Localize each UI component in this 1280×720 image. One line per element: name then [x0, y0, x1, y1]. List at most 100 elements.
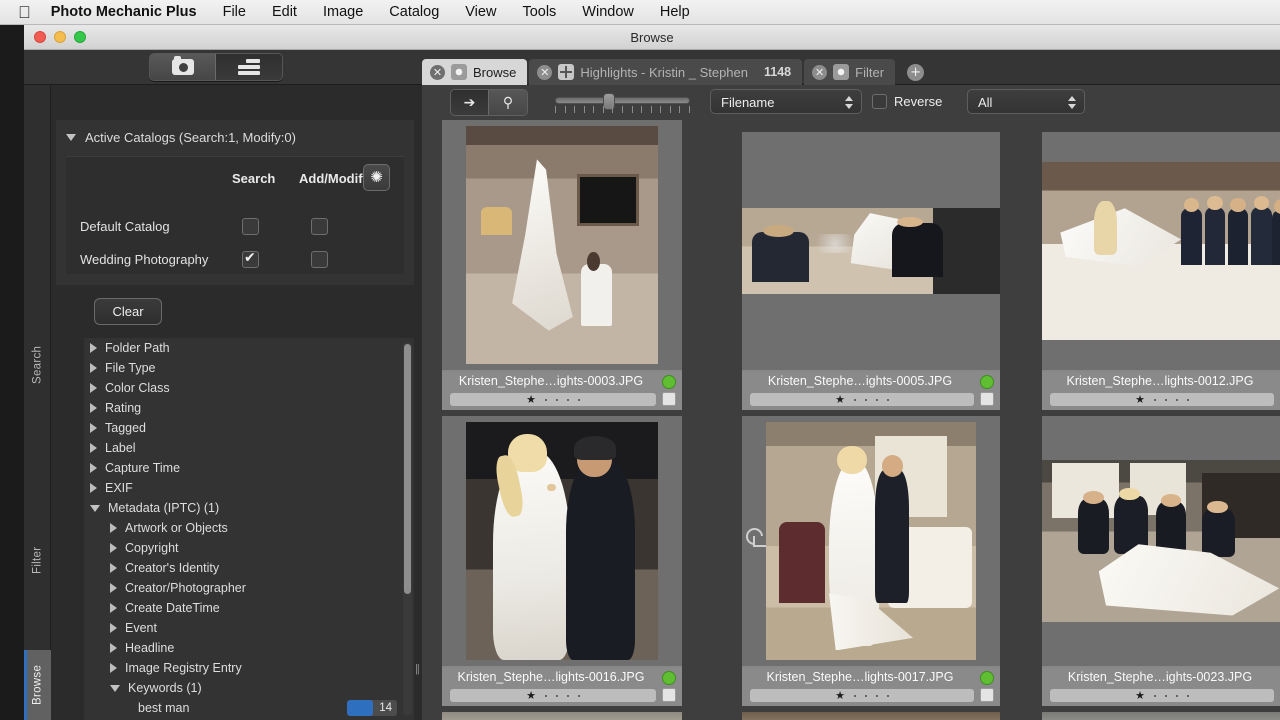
- star-empty-icon[interactable]: [545, 695, 547, 697]
- tree-item[interactable]: Headline: [84, 638, 414, 658]
- star-empty-icon[interactable]: [854, 695, 856, 697]
- tree-item[interactable]: Capture Time: [84, 458, 414, 478]
- tree-item[interactable]: Keywords (1): [84, 678, 414, 698]
- menu-item-help[interactable]: Help: [660, 4, 690, 20]
- thumbnail-image[interactable]: [1042, 416, 1280, 666]
- menu-item-view[interactable]: View: [465, 4, 496, 20]
- tree-item[interactable]: File Type: [84, 358, 414, 378]
- thumbnail-cell[interactable]: Kristen_Stephe…lights-0017.JPG★: [742, 416, 1000, 706]
- star-empty-icon[interactable]: [887, 695, 889, 697]
- apple-logo-icon[interactable]: : [18, 4, 31, 21]
- menu-item-file[interactable]: File: [223, 4, 246, 20]
- tree-item[interactable]: Creator's Identity: [84, 558, 414, 578]
- star-filled-icon[interactable]: ★: [835, 689, 845, 702]
- thumbnail-cell[interactable]: Kristen_Stephe…lights-0012.JPG★: [1042, 132, 1280, 410]
- tree-item[interactable]: Artwork or Objects: [84, 518, 414, 538]
- star-filled-icon[interactable]: ★: [1135, 689, 1145, 702]
- chevron-right-icon[interactable]: [110, 643, 117, 653]
- star-empty-icon[interactable]: [556, 399, 558, 401]
- active-catalogs-header[interactable]: Active Catalogs (Search:1, Modify:0): [56, 120, 414, 145]
- chevron-right-icon[interactable]: [90, 443, 97, 453]
- star-empty-icon[interactable]: [1154, 695, 1156, 697]
- tree-item[interactable]: Create DateTime: [84, 598, 414, 618]
- chevron-right-icon[interactable]: [90, 483, 97, 493]
- sort-by-select[interactable]: Filename: [710, 89, 862, 114]
- arrow-cursor-icon[interactable]: ➔: [451, 90, 489, 115]
- tree-item[interactable]: Event: [84, 618, 414, 638]
- menu-item-image[interactable]: Image: [323, 4, 363, 20]
- thumbnail-cell[interactable]: Kristen_Stephe…ights-0023.JPG★: [1042, 416, 1280, 706]
- tree-item[interactable]: best man14: [84, 698, 414, 718]
- star-empty-icon[interactable]: [567, 695, 569, 697]
- catalog-mode-button[interactable]: [216, 54, 282, 80]
- star-empty-icon[interactable]: [876, 399, 878, 401]
- rating-stars[interactable]: ★: [1050, 393, 1274, 406]
- search-criteria-tree[interactable]: Folder PathFile TypeColor ClassRatingTag…: [84, 338, 414, 720]
- star-empty-icon[interactable]: [854, 399, 856, 401]
- thumbnail-image[interactable]: [742, 132, 1000, 370]
- star-filled-icon[interactable]: ★: [526, 689, 536, 702]
- sidebar-item-browse[interactable]: Browse: [24, 650, 51, 720]
- thumbnail-image[interactable]: [742, 416, 1000, 666]
- tree-item[interactable]: Image Registry Entry: [84, 658, 414, 678]
- tag-checkbox[interactable]: [662, 688, 676, 702]
- color-class-dot[interactable]: [980, 375, 994, 389]
- menu-item-window[interactable]: Window: [582, 4, 634, 20]
- star-empty-icon[interactable]: [1187, 399, 1189, 401]
- chevron-right-icon[interactable]: [90, 463, 97, 473]
- sidebar-item-search[interactable]: Search: [24, 330, 51, 400]
- tree-item[interactable]: Rating: [84, 398, 414, 418]
- chevron-right-icon[interactable]: [110, 623, 117, 633]
- thumbnail-image[interactable]: [742, 712, 1000, 720]
- chevron-right-icon[interactable]: [90, 403, 97, 413]
- tree-scrollbar[interactable]: [403, 342, 412, 716]
- star-empty-icon[interactable]: [887, 399, 889, 401]
- star-empty-icon[interactable]: [1154, 399, 1156, 401]
- menu-item-tools[interactable]: Tools: [522, 4, 556, 20]
- tab-highlights[interactable]: ✕ Highlights - Kristin _ Stephen 1148: [529, 59, 802, 85]
- color-class-dot[interactable]: [662, 671, 676, 685]
- star-empty-icon[interactable]: [1187, 695, 1189, 697]
- mode-segmented-control[interactable]: [149, 53, 283, 81]
- tree-item[interactable]: EXIF: [84, 478, 414, 498]
- color-class-dot[interactable]: [980, 671, 994, 685]
- reverse-checkbox-row[interactable]: Reverse: [872, 94, 942, 109]
- thumbnail-image[interactable]: [442, 120, 682, 370]
- rating-stars[interactable]: ★: [750, 393, 974, 406]
- star-empty-icon[interactable]: [1165, 399, 1167, 401]
- thumbnail-image[interactable]: [1042, 132, 1280, 370]
- catalog-search-checkbox[interactable]: [242, 218, 259, 235]
- star-empty-icon[interactable]: [578, 399, 580, 401]
- close-icon[interactable]: ✕: [812, 65, 827, 80]
- star-empty-icon[interactable]: [556, 695, 558, 697]
- thumbnail-image[interactable]: [442, 416, 682, 666]
- panel-splitter[interactable]: ||: [414, 85, 422, 720]
- tree-item[interactable]: Label: [84, 438, 414, 458]
- star-filled-icon[interactable]: ★: [526, 393, 536, 406]
- chevron-right-icon[interactable]: [110, 563, 117, 573]
- add-tab-button[interactable]: +: [907, 64, 924, 81]
- thumbnail-cell-partial[interactable]: [742, 712, 1000, 720]
- chevron-right-icon[interactable]: [90, 423, 97, 433]
- ingest-mode-button[interactable]: [150, 54, 216, 80]
- thumbnail-cell[interactable]: Kristen_Stephe…ights-0005.JPG★: [742, 132, 1000, 410]
- reverse-checkbox[interactable]: [872, 94, 887, 109]
- star-empty-icon[interactable]: [876, 695, 878, 697]
- chevron-down-icon[interactable]: [90, 505, 100, 512]
- star-empty-icon[interactable]: [1165, 695, 1167, 697]
- chevron-right-icon[interactable]: [110, 603, 117, 613]
- sun-icon[interactable]: ✺: [363, 164, 390, 191]
- color-class-dot[interactable]: [662, 375, 676, 389]
- star-filled-icon[interactable]: ★: [1135, 393, 1145, 406]
- star-empty-icon[interactable]: [1176, 695, 1178, 697]
- close-icon[interactable]: ✕: [430, 65, 445, 80]
- tree-item[interactable]: Metadata (IPTC) (1): [84, 498, 414, 518]
- thumbnail-image[interactable]: [1042, 712, 1280, 720]
- chevron-right-icon[interactable]: [90, 343, 97, 353]
- rating-stars[interactable]: ★: [1050, 689, 1274, 702]
- menu-item-edit[interactable]: Edit: [272, 4, 297, 20]
- tag-checkbox[interactable]: [980, 392, 994, 406]
- thumbnail-cell[interactable]: Kristen_Stephe…lights-0016.JPG★: [442, 416, 682, 706]
- thumbnail-cell-partial[interactable]: [1042, 712, 1280, 720]
- chevron-right-icon[interactable]: [110, 523, 117, 533]
